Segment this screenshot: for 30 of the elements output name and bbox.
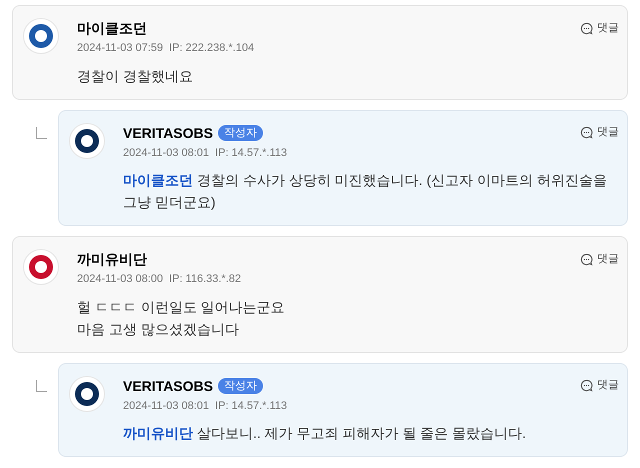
speech-bubble-icon [580, 379, 593, 392]
speech-bubble-icon [580, 252, 593, 266]
author-name: VERITASOBS [123, 376, 213, 396]
ip-address: IP: 14.57.*.113 [215, 146, 288, 160]
comment-date: 2024-11-03 08:00 [77, 272, 164, 287]
reply-connector-icon [36, 126, 47, 138]
author-name: VERITASOBS [123, 124, 213, 142]
reply-connector-icon [36, 380, 47, 392]
comment-date: 2024-11-03 08:01 [123, 398, 210, 414]
reply-button[interactable]: 댓글 [580, 124, 619, 141]
reply-button[interactable]: 댓글 [580, 377, 619, 394]
mention-link[interactable]: 까미유비단 [123, 425, 193, 441]
author-badge: 작성자 [218, 378, 263, 394]
speech-bubble-icon [580, 126, 593, 139]
mention-link[interactable]: 마이클조던 [123, 172, 193, 188]
author-badge: 작성자 [218, 124, 263, 140]
ip-address: IP: 222.238.*.104 [169, 41, 254, 56]
comment-text: 마이클조던 경찰의 수사가 상당히 미진했습니다. (신고자 이마트의 허위진술을 그냥 믿더군요) [123, 171, 608, 212]
comment-text: 까미유비단 살다보니.. 제가 무고죄 피해자가 될 줄은 몰랐습니다. [123, 424, 528, 443]
comment-text: 경찰이 경찰했네요 [77, 66, 194, 86]
comment-date: 2024-11-03 08:01 [123, 146, 210, 160]
reply-button[interactable]: 댓글 [580, 20, 619, 36]
reply-button[interactable]: 댓글 [580, 250, 619, 268]
ip-address: IP: 116.33.*.82 [169, 272, 242, 287]
speech-bubble-icon [580, 22, 593, 34]
author-name: 까미유비단 [77, 250, 147, 269]
comment-text: 헐 ㄷㄷㄷ 이런일도 일어나는군요 마음 고생 많으셨겠습니다 [77, 298, 286, 338]
author-name: 마이클조던 [77, 19, 147, 38]
ip-address: IP: 14.57.*.113 [215, 398, 288, 414]
comment-date: 2024-11-03 07:59 [77, 41, 164, 56]
